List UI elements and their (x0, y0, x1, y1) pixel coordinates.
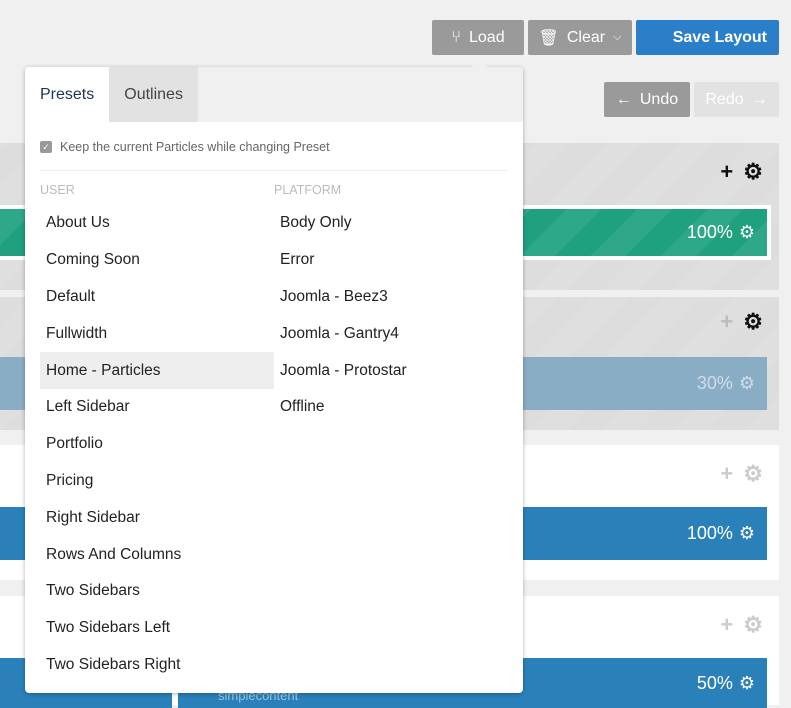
add-icon[interactable]: + (720, 612, 733, 638)
tab-outlines[interactable]: Outlines (109, 67, 198, 122)
preset-item[interactable]: Two Sidebars Right (40, 647, 274, 684)
save-layout-button[interactable]: Save Layout (636, 20, 779, 55)
undo-button[interactable]: ← Undo (604, 82, 690, 117)
preset-item[interactable]: Two Sidebars (40, 573, 274, 610)
preset-item[interactable]: Right Sidebar (40, 499, 274, 536)
preset-item[interactable]: Joomla - Beez3 (274, 279, 508, 316)
preset-item[interactable]: Left Sidebar (40, 389, 274, 426)
gear-icon[interactable]: ⚙ (739, 373, 755, 394)
gear-icon[interactable]: ⚙ (739, 523, 755, 544)
keep-particles-checkbox[interactable]: ✓ (40, 141, 52, 153)
platform-header: PLATFORM (274, 183, 342, 197)
gear-icon[interactable]: ⚙ (743, 309, 763, 335)
preset-item[interactable]: Rows And Columns (40, 536, 274, 573)
chevron-down-icon: ⌵ (613, 31, 622, 43)
preset-item[interactable]: Joomla - Protostar (274, 352, 508, 389)
gear-icon[interactable]: ⚙ (739, 673, 755, 694)
gear-icon[interactable]: ⚙ (743, 159, 763, 185)
preset-item[interactable]: Pricing (40, 463, 274, 500)
preset-item[interactable]: Offline (274, 389, 508, 426)
arrow-right-icon: → (751, 90, 768, 108)
preset-item[interactable]: Fullwidth (40, 315, 274, 352)
add-icon[interactable]: + (720, 461, 733, 487)
tab-presets[interactable]: Presets (25, 67, 110, 122)
preset-item[interactable]: Home - Particles (40, 352, 274, 389)
gear-icon[interactable]: ⚙ (743, 612, 763, 638)
add-icon[interactable]: + (720, 159, 733, 185)
gear-icon[interactable]: ⚙ (743, 461, 763, 487)
preset-item[interactable]: Two Sidebars Left (40, 610, 274, 647)
trash-icon: 🗑︎ (538, 29, 559, 47)
preset-item[interactable]: Coming Soon (40, 242, 274, 279)
arrow-left-icon: ← (615, 90, 632, 108)
add-icon[interactable]: + (720, 309, 733, 335)
gear-icon[interactable]: ⚙ (739, 222, 755, 243)
load-preset-dropdown: Presets Outlines ✓ Keep the current Parti… (25, 59, 523, 693)
user-header: USER (40, 183, 75, 197)
preset-item[interactable]: Portfolio (40, 426, 274, 463)
clear-button[interactable]: 🗑︎ Clear ⌵ (528, 20, 632, 55)
preset-item[interactable]: Default (40, 279, 274, 316)
load-button[interactable]: ⑂ Load (432, 20, 524, 55)
preset-item[interactable]: Error (274, 242, 508, 279)
preset-item[interactable]: Joomla - Gantry4 (274, 315, 508, 352)
preset-item[interactable]: About Us (40, 205, 274, 242)
preset-item[interactable]: Body Only (274, 205, 508, 242)
branch-icon: ⑂ (451, 28, 461, 46)
redo-button[interactable]: Redo → (694, 82, 779, 117)
